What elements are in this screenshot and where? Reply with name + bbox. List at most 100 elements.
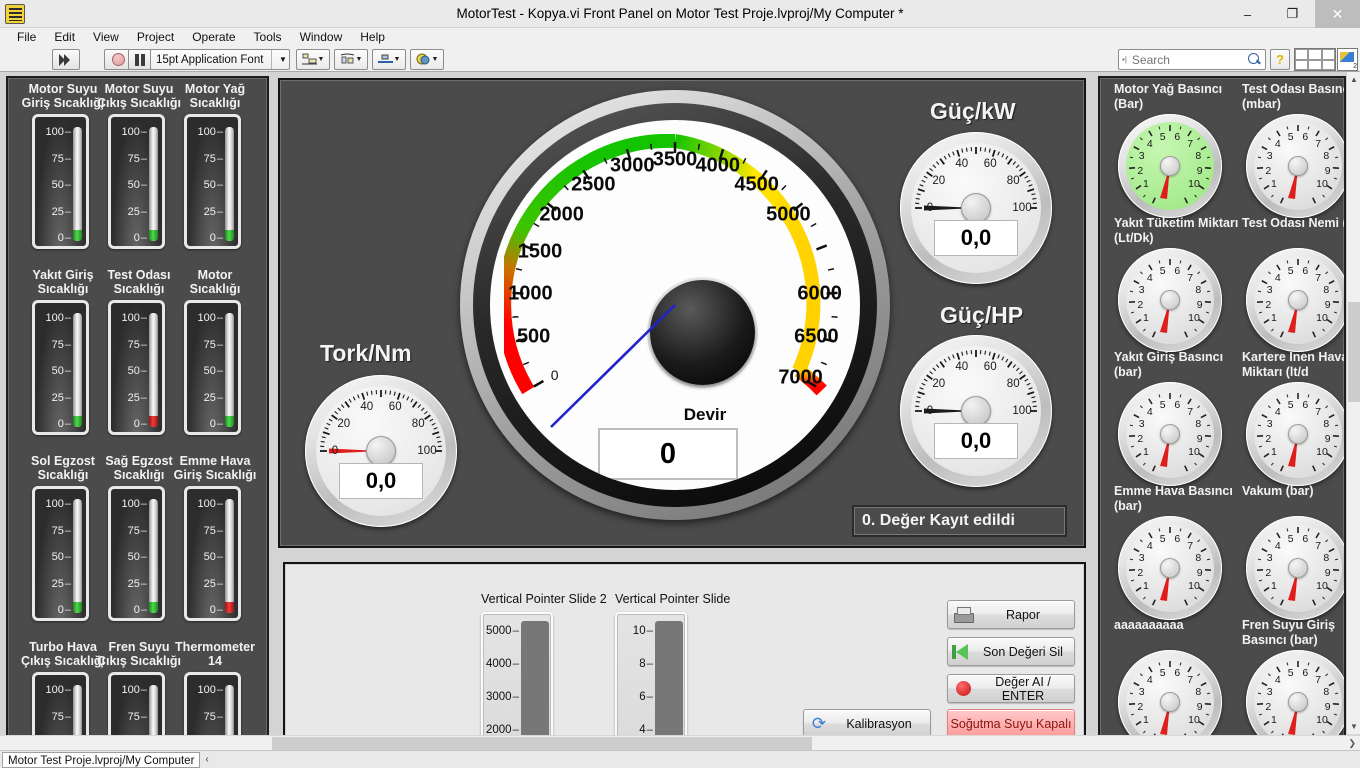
run-continuously-button[interactable] (52, 49, 80, 70)
pressure-gauge-tick-label: 6 (1174, 398, 1181, 411)
kalibrasyon-button[interactable]: ⟳ Kalibrasyon (803, 709, 931, 738)
font-selector[interactable]: 15pt Application Font ▼ (150, 49, 290, 70)
pause-button[interactable] (128, 49, 152, 70)
pressure-gauge-tick-label: 9 (1324, 298, 1331, 311)
sogutma-suyu-kapali-button[interactable]: Soğutma Suyu Kapalı (947, 709, 1075, 738)
pressure-gauge-label: Vakum (bar) (1242, 484, 1314, 498)
pressure-gauge[interactable]: 1 2 3 4 5 6 7 8 9 10 (1246, 382, 1344, 486)
menu-view[interactable]: View (84, 28, 128, 46)
stop-icon (111, 53, 125, 66)
kw-value-display[interactable]: 0,0 (934, 220, 1018, 256)
gauge-tick-label: 20 (932, 377, 946, 390)
align-objects-button[interactable]: ▼ (296, 49, 330, 70)
thermometer-fill (73, 416, 82, 427)
pressure-gauge[interactable]: 1 2 3 4 5 6 7 8 9 10 (1118, 516, 1222, 620)
menu-operate[interactable]: Operate (183, 28, 244, 46)
chevron-down-icon-resize[interactable]: ▼ (394, 56, 401, 63)
thermometer[interactable]: 100 75 50 25 0 (184, 486, 241, 621)
menu-file[interactable]: File (8, 28, 45, 46)
pressure-gauge[interactable]: 1 2 3 4 5 6 7 8 9 10 (1246, 650, 1344, 746)
thermometer[interactable]: 100 75 50 25 0 (184, 114, 241, 249)
pressure-gauge-tick-label: 1 (1271, 579, 1277, 592)
pressure-gauge-tick-label: 3 (1138, 149, 1145, 162)
gauge-tick-label: 60 (983, 158, 997, 171)
pressure-gauge[interactable]: 1 2 3 4 5 6 7 8 9 10 (1246, 516, 1344, 620)
hp-value-display[interactable]: 0,0 (934, 423, 1018, 459)
thermometer-tick: 100 (113, 126, 147, 138)
slider-tick-label: 3000 (483, 691, 519, 703)
search-input[interactable] (1129, 51, 1230, 68)
search-icon[interactable] (1248, 53, 1261, 66)
horizontal-scrollbar[interactable]: ❯ (0, 735, 1360, 750)
menu-window[interactable]: Window (291, 28, 352, 46)
window-layout-button[interactable] (1294, 48, 1336, 71)
menu-edit[interactable]: Edit (45, 28, 84, 46)
status-expand-arrow[interactable]: ‹ (205, 754, 208, 765)
pressure-gauge-tick-label: 6 (1174, 130, 1181, 143)
thermometer-tick: 50 (113, 365, 147, 377)
thermometer[interactable]: 100 75 50 25 0 (32, 114, 89, 249)
vi-icon-button[interactable]: 2 (1337, 48, 1358, 71)
pressure-gauge-tick-label: 2 (1137, 566, 1144, 579)
son-degeri-sil-button[interactable]: Son Değeri Sil (947, 637, 1075, 666)
vertical-scrollbar[interactable]: ▲ ▼ (1346, 72, 1360, 734)
thermometer-tick: 50 (37, 551, 71, 563)
chevron-down-icon-distribute[interactable]: ▼ (356, 56, 363, 63)
hp-gauge[interactable]: 0,0 0 20 40 60 80 100 (900, 335, 1052, 487)
rapor-button[interactable]: Rapor (947, 600, 1075, 629)
search-scope-icon[interactable]: ▪| (1119, 55, 1130, 64)
menu-tools[interactable]: Tools (245, 28, 291, 46)
thermometer[interactable]: 100 75 50 25 0 (108, 300, 165, 435)
thermometer-tick: 50 (37, 179, 71, 191)
close-button[interactable]: ✕ (1315, 0, 1360, 28)
scroll-up-icon[interactable]: ▲ (1347, 72, 1360, 87)
vertical-scroll-thumb[interactable] (1348, 302, 1360, 402)
chevron-down-icon-reorder[interactable]: ▼ (432, 56, 439, 63)
pause-icon (135, 53, 145, 66)
menu-help[interactable]: Help (351, 28, 394, 46)
maximize-button[interactable]: ❐ (1270, 0, 1315, 28)
reorder-button[interactable]: ▼ (410, 49, 444, 70)
thermometer-tube (225, 499, 234, 613)
kw-gauge[interactable]: 0,0 0 20 40 60 80 100 (900, 132, 1052, 284)
pressure-gauge[interactable]: 1 2 3 4 5 6 7 8 9 10 (1118, 114, 1222, 218)
search-box[interactable]: ▪| (1118, 49, 1266, 70)
thermometer[interactable]: 100 75 50 25 0 (108, 486, 165, 621)
pressure-gauge[interactable]: 1 2 3 4 5 6 7 8 9 10 (1246, 114, 1344, 218)
pressure-gauge-tick-label: 6 (1302, 666, 1309, 679)
thermometer[interactable]: 100 75 50 25 0 (32, 300, 89, 435)
devir-tachometer[interactable]: Devir 0 0 500 1000 1500 2000 2500 3000 3500 4000… (460, 90, 890, 530)
chevron-down-icon-align[interactable]: ▼ (318, 56, 325, 63)
context-help-button[interactable]: ? (1270, 49, 1290, 70)
deger-al-enter-button[interactable]: Değer AI / ENTER (947, 674, 1075, 703)
pressure-gauge-tick-label: 9 (1324, 164, 1331, 177)
thermometer[interactable]: 100 75 50 25 0 (108, 114, 165, 249)
pressure-gauge-label: Yakıt Giriş Basıncı (bar) (1114, 350, 1224, 379)
pressure-gauge[interactable]: 1 2 3 4 5 6 7 8 9 10 (1118, 382, 1222, 486)
slider-tick-label: 5000 (483, 625, 519, 637)
pressure-gauge[interactable]: 1 2 3 4 5 6 7 8 9 10 (1118, 248, 1222, 352)
pressure-gauge-tick-label: 8 (1195, 685, 1202, 698)
thermometer-tick: 25 (37, 206, 71, 218)
thermometer[interactable]: 100 75 50 25 0 (184, 300, 241, 435)
chevron-down-icon[interactable]: ▼ (271, 50, 289, 69)
distribute-objects-button[interactable]: ▼ (334, 49, 368, 70)
tachometer-tick-label: 7000 (778, 366, 823, 388)
thermometer-tube (73, 127, 82, 241)
pressure-gauge[interactable]: 1 2 3 4 5 6 7 8 9 10 (1246, 248, 1344, 352)
horizontal-scroll-thumb[interactable] (272, 737, 812, 750)
tork-value-display[interactable]: 0,0 (339, 463, 423, 499)
scroll-down-icon[interactable]: ▼ (1347, 719, 1360, 734)
pressure-gauge-tick-label: 4 (1146, 405, 1153, 418)
pressure-gauge[interactable]: 1 2 3 4 5 6 7 8 9 10 (1118, 650, 1222, 746)
tork-gauge[interactable]: 0,0 0 20 40 60 80 100 (305, 375, 457, 527)
menu-project[interactable]: Project (128, 28, 183, 46)
refresh-icon: ⟳ (811, 713, 827, 733)
resize-objects-button[interactable]: ▼ (372, 49, 406, 70)
minimize-button[interactable]: – (1225, 0, 1270, 28)
thermometer[interactable]: 100 75 50 25 0 (32, 486, 89, 621)
scroll-right-icon[interactable]: ❯ (1348, 736, 1356, 751)
thermometer-tick: 100 (189, 684, 223, 696)
thermometer-scale: 100 75 50 25 0 (189, 123, 223, 245)
pressure-gauge-hub (1288, 558, 1308, 578)
